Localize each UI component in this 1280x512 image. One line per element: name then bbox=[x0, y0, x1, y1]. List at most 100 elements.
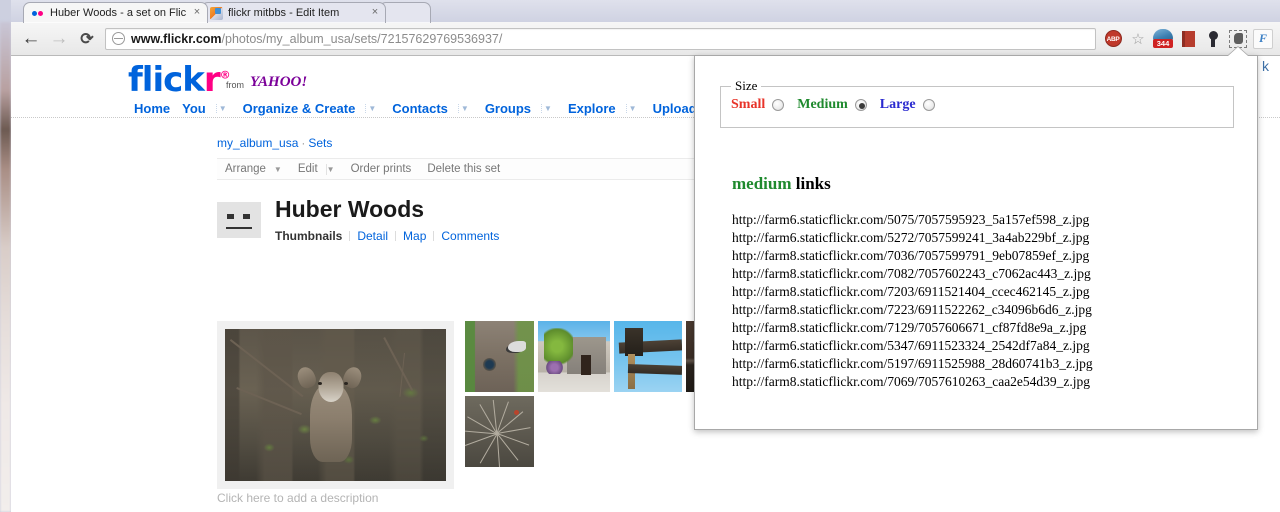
beam-lower bbox=[627, 364, 682, 376]
tab-map[interactable]: Map bbox=[396, 229, 433, 243]
adblock-plus-icon[interactable]: ABP bbox=[1102, 28, 1124, 50]
links-list[interactable]: http://farm6.staticflickr.com/5075/70575… bbox=[732, 211, 1232, 391]
page-title: Huber Woods bbox=[275, 196, 425, 222]
nav-item-home[interactable]: Home bbox=[128, 101, 176, 116]
chevron-down-icon[interactable]: ▼ bbox=[541, 103, 562, 113]
tab-strip: Huber Woods - a set on Flic × flickr mit… bbox=[11, 0, 1280, 23]
close-icon[interactable]: × bbox=[369, 7, 381, 19]
nav-item-organize-create[interactable]: Organize & Create bbox=[237, 101, 362, 116]
bush bbox=[545, 360, 564, 374]
main-photo-frame bbox=[217, 321, 454, 489]
stone-house-with-tree-photo[interactable] bbox=[538, 321, 610, 392]
link-item[interactable]: http://farm8.staticflickr.com/7203/69115… bbox=[732, 283, 1232, 301]
chevron-down-icon[interactable]: ▼ bbox=[365, 103, 386, 113]
tab-title: flickr mitbbs - Edit Item bbox=[228, 7, 340, 19]
broken-image-face-icon bbox=[217, 202, 261, 238]
logo-part-1: flick bbox=[128, 60, 205, 100]
new-tab-button[interactable] bbox=[379, 2, 431, 23]
link-item[interactable]: http://farm8.staticflickr.com/7069/70576… bbox=[732, 373, 1232, 391]
link-item[interactable]: http://farm8.staticflickr.com/7082/70576… bbox=[732, 265, 1232, 283]
tab-title: Huber Woods - a set on Flic bbox=[50, 7, 186, 19]
set-header: Huber Woods Thumbnails Detail Map Commen… bbox=[217, 196, 506, 243]
links-heading-suffix: links bbox=[795, 174, 831, 193]
door bbox=[581, 355, 592, 376]
feed-reader-icon[interactable]: 344 bbox=[1152, 28, 1174, 50]
globe-icon bbox=[112, 32, 125, 45]
face-eye-left bbox=[227, 214, 234, 219]
link-item[interactable]: http://farm8.staticflickr.com/7223/69115… bbox=[732, 301, 1232, 319]
description-placeholder[interactable]: Click here to add a description bbox=[217, 491, 378, 505]
nav-item-you[interactable]: You bbox=[176, 101, 212, 116]
size-fieldset: Size Small Medium Large bbox=[720, 78, 1234, 128]
arrange-button[interactable]: Arrange bbox=[217, 163, 274, 175]
chevron-down-icon[interactable]: ▼ bbox=[215, 103, 237, 113]
thumbnail-image bbox=[614, 321, 682, 392]
nav-item-contacts[interactable]: Contacts bbox=[386, 101, 454, 116]
link-item[interactable]: http://farm6.staticflickr.com/5075/70575… bbox=[732, 211, 1232, 229]
links-heading: medium links bbox=[732, 174, 831, 194]
star-glyph: ☆ bbox=[1131, 30, 1145, 48]
extension-icon-bar: ABP ☆ 344 F bbox=[1102, 28, 1280, 50]
deer-head bbox=[318, 371, 344, 402]
edit-button[interactable]: Edit bbox=[290, 163, 326, 175]
tree-trunk-with-bird-photo[interactable] bbox=[465, 321, 534, 392]
logo-from-text: from bbox=[226, 80, 244, 90]
flickr-links-popup: Size Small Medium Large medium links htt… bbox=[694, 47, 1258, 430]
thumbnail-image bbox=[465, 396, 534, 467]
birdhouse-on-post-photo[interactable] bbox=[614, 321, 682, 392]
bare-twigs-photo[interactable] bbox=[465, 396, 534, 467]
nav-item-explore[interactable]: Explore bbox=[562, 101, 622, 116]
link-item[interactable]: http://farm8.staticflickr.com/7129/70576… bbox=[732, 319, 1232, 337]
reload-icon[interactable]: ⟳ bbox=[73, 25, 101, 53]
book-glyph bbox=[1181, 30, 1195, 47]
breadcrumb: my_album_usa · Sets bbox=[217, 136, 332, 150]
chevron-down-icon[interactable]: ▼ bbox=[274, 165, 290, 174]
tab-flickr-mitbbs-edit-item[interactable]: flickr mitbbs - Edit Item × bbox=[201, 2, 386, 23]
size-option-medium-label: Medium bbox=[797, 97, 848, 112]
flickr-helper-icon[interactable]: F bbox=[1252, 28, 1274, 50]
birdhouse bbox=[624, 328, 643, 357]
tab-comments[interactable]: Comments bbox=[434, 229, 506, 243]
bookmark-star-icon[interactable]: ☆ bbox=[1127, 28, 1149, 50]
evernote-glyph bbox=[1229, 29, 1247, 48]
link-item[interactable]: http://farm6.staticflickr.com/5272/70575… bbox=[732, 229, 1232, 247]
tab-thumbnails[interactable]: Thumbnails bbox=[275, 229, 349, 243]
tab-huber-woods[interactable]: Huber Woods - a set on Flic × bbox=[23, 2, 208, 23]
flickr-helper-label: F bbox=[1253, 28, 1273, 49]
view-tabs: Thumbnails Detail Map Comments bbox=[275, 229, 506, 243]
link-item[interactable]: http://farm8.staticflickr.com/7036/70575… bbox=[732, 247, 1232, 265]
chevron-down-icon[interactable]: ▼ bbox=[457, 103, 479, 113]
deer-in-woods-photo[interactable] bbox=[225, 329, 446, 481]
dictionary-icon[interactable] bbox=[1177, 28, 1199, 50]
background-window-left-sliver bbox=[0, 22, 11, 512]
order-prints-button[interactable]: Order prints bbox=[343, 163, 420, 175]
size-option-large-radio[interactable] bbox=[922, 99, 935, 111]
feed-count: 344 bbox=[1153, 39, 1173, 48]
lamp-glyph bbox=[1208, 30, 1219, 47]
breadcrumb-owner[interactable]: my_album_usa bbox=[217, 136, 298, 150]
logo-part-2: r bbox=[203, 60, 221, 100]
breadcrumb-sets[interactable]: Sets bbox=[308, 136, 332, 150]
back-icon[interactable]: ← bbox=[17, 25, 45, 53]
chevron-down-icon[interactable]: ▼ bbox=[327, 165, 343, 174]
address-bar[interactable]: www.flickr.com/photos/my_album_usa/sets/… bbox=[105, 27, 1096, 50]
lamp-icon[interactable] bbox=[1202, 28, 1224, 50]
size-legend: Size bbox=[731, 78, 762, 94]
chevron-down-icon[interactable]: ▼ bbox=[625, 103, 647, 113]
size-option-small-radio[interactable] bbox=[772, 99, 785, 111]
size-radio-group: Small Medium Large bbox=[731, 97, 941, 113]
flickr-logo[interactable]: flickr® bbox=[128, 60, 231, 100]
set-action-bar: Arrange ▼ Edit ▼ Order prints Delete thi… bbox=[217, 158, 731, 180]
tab-detail[interactable]: Detail bbox=[350, 229, 395, 243]
thumbnail-image bbox=[465, 321, 534, 392]
close-icon[interactable]: × bbox=[191, 7, 203, 19]
link-item[interactable]: http://farm6.staticflickr.com/5197/69115… bbox=[732, 355, 1232, 373]
link-item[interactable]: http://farm6.staticflickr.com/5347/69115… bbox=[732, 337, 1232, 355]
popup-pointer-icon bbox=[1228, 47, 1248, 56]
delete-this-set-button[interactable]: Delete this set bbox=[419, 163, 508, 175]
size-option-medium-radio[interactable] bbox=[854, 99, 867, 111]
nav-item-groups[interactable]: Groups bbox=[479, 101, 537, 116]
site-navigation: Home You ▼ Organize & Create ▼ Contacts … bbox=[128, 98, 738, 118]
url-domain: www.flickr.com bbox=[131, 31, 222, 46]
forward-icon[interactable]: → bbox=[45, 25, 73, 53]
